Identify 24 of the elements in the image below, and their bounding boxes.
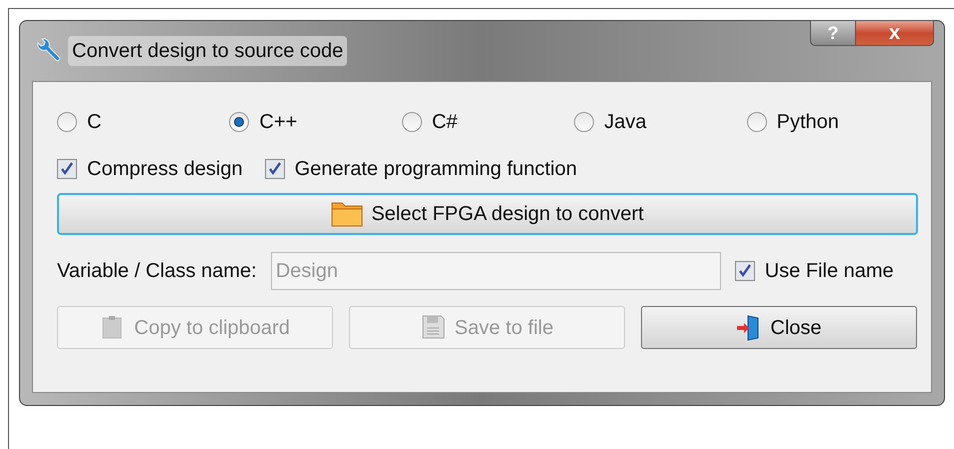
- checkbox[interactable]: [734, 261, 755, 281]
- radio-label: C++: [259, 110, 298, 135]
- select-design-button[interactable]: Select FPGA design to convert: [57, 193, 918, 235]
- radio-label: C#: [432, 110, 458, 135]
- checkbox-label: Compress design: [87, 157, 243, 182]
- help-button[interactable]: ?: [810, 20, 856, 46]
- radio-button[interactable]: [746, 112, 767, 132]
- close-button[interactable]: Close: [641, 306, 917, 349]
- radio-label: C: [87, 110, 102, 135]
- radio-label: Java: [604, 110, 646, 135]
- window-title: Convert design to source code: [68, 36, 348, 66]
- checkbox-label: Generate programming function: [294, 157, 577, 182]
- floppy-disk-icon: [420, 314, 447, 342]
- radio-button[interactable]: [229, 112, 250, 132]
- radio-label: Python: [776, 110, 839, 135]
- folder-icon: [331, 201, 364, 227]
- radio-button[interactable]: [574, 112, 594, 132]
- checkbox[interactable]: [57, 159, 77, 179]
- close-button[interactable]: x: [856, 20, 934, 46]
- checkbox[interactable]: [264, 159, 285, 179]
- radio-button[interactable]: [402, 112, 422, 132]
- radio-button[interactable]: [57, 112, 77, 132]
- checkbox-label: Use File name: [764, 259, 894, 284]
- field-label: Variable / Class name:: [57, 259, 257, 284]
